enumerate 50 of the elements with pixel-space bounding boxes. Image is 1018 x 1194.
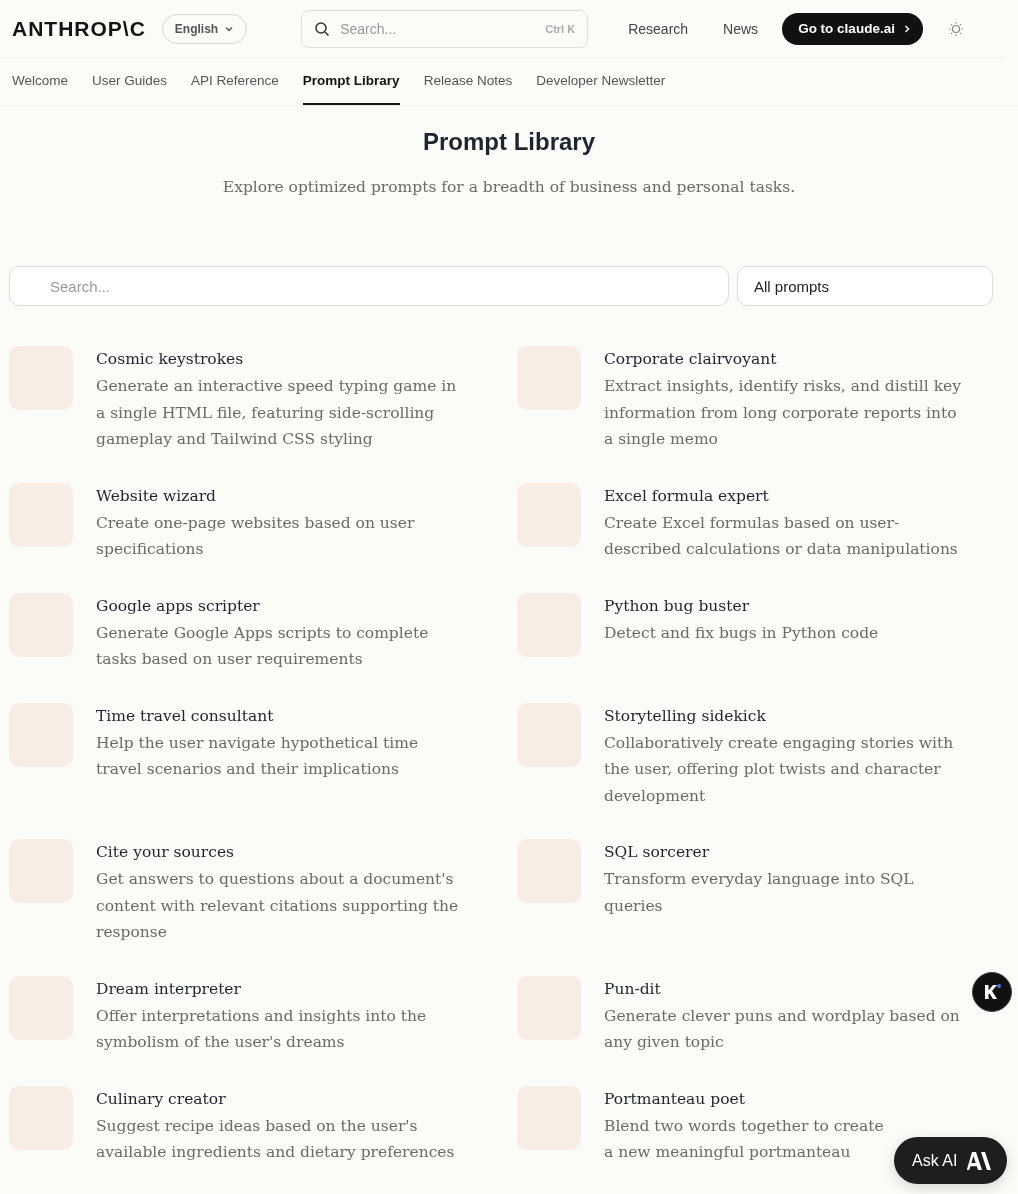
sun-icon[interactable] bbox=[946, 19, 965, 38]
chevron-right-icon bbox=[902, 23, 911, 34]
prompt-description: Suggest recipe ideas based on the user's available ingredients and dietary preferences bbox=[96, 1115, 456, 1163]
prompt-description: Transform everyday language into SQL queries bbox=[604, 869, 915, 917]
prompt-description: Generate Google Apps scripts to complete tasks based on user requirements bbox=[96, 622, 430, 670]
nav-tab[interactable]: User Guides bbox=[92, 58, 168, 105]
search-icon bbox=[314, 20, 331, 37]
prompt-title[interactable]: Corporate clairvoyant bbox=[604, 347, 970, 371]
prompt-title[interactable]: Cite your sources bbox=[96, 840, 462, 864]
category-select[interactable]: All prompts bbox=[737, 266, 993, 306]
prompt-title[interactable]: Culinary creator bbox=[96, 1086, 462, 1111]
nav-tab[interactable]: Release Notes bbox=[423, 58, 513, 105]
logo-icon bbox=[967, 1151, 992, 1170]
header-link[interactable]: News bbox=[723, 20, 759, 37]
page-title: Prompt Library bbox=[422, 128, 596, 156]
prompt-title[interactable]: Pun-dit bbox=[604, 976, 970, 1001]
prompt-description: Get answers to questions about a document's content with relevant citations supporting the response bbox=[96, 869, 460, 943]
prompt-description: Detect and fix bugs in Python code bbox=[604, 622, 879, 644]
prompt-description: Create one-page websites based on user specifications bbox=[96, 512, 416, 560]
prompt-description: Help the user navigate hypothetical time travel scenarios and their implications bbox=[96, 732, 420, 780]
search-field[interactable]: Search... bbox=[9, 266, 729, 306]
prompt-description: Extract insights, identify risks, and distill key information from long corporate reports into a single memo bbox=[604, 376, 962, 450]
prompt-description: Generate clever puns and wordplay based on any given topic bbox=[604, 1005, 961, 1053]
prompt-description: Create Excel formulas based on user-described calculations or data manipulations bbox=[604, 512, 959, 560]
cta-button[interactable]: Go to claude.ai bbox=[782, 12, 923, 45]
prompt-title[interactable]: SQL sorcerer bbox=[604, 840, 970, 864]
prompt-title[interactable]: Portmanteau poet bbox=[604, 1086, 889, 1111]
k-logo-icon bbox=[982, 982, 1002, 1002]
prompt-title[interactable]: Excel formula expert bbox=[604, 483, 970, 508]
prompt-description: Generate an interactive speed typing game in a single HTML file, featuring side-scrolling gameplay and Tailwind CSS styling bbox=[96, 376, 458, 450]
assistant-badge[interactable] bbox=[972, 972, 1012, 1012]
shortcut-hint: Ctrl K bbox=[545, 22, 576, 35]
nav-tab[interactable]: Welcome bbox=[12, 58, 69, 105]
prompt-description: Collaboratively create engaging stories with the user, offering plot twists and character development bbox=[604, 732, 955, 807]
prompt-title[interactable]: Storytelling sidekick bbox=[604, 703, 970, 728]
nav-tab[interactable]: API Reference bbox=[191, 58, 279, 105]
prompt-title[interactable]: Cosmic keystrokes bbox=[96, 347, 462, 371]
logo[interactable]: ANTHROP\C bbox=[12, 16, 146, 41]
prompt-title[interactable]: Dream interpreter bbox=[96, 976, 462, 1001]
prompt-title[interactable]: Website wizard bbox=[96, 483, 462, 508]
nav-tab[interactable]: Developer Newsletter bbox=[536, 58, 666, 105]
prompt-title[interactable]: Google apps scripter bbox=[96, 593, 462, 618]
ask-ai-button[interactable]: Ask AI bbox=[894, 1137, 1008, 1184]
header-link[interactable]: Research bbox=[628, 20, 689, 37]
prompt-title[interactable]: Python bug buster bbox=[604, 593, 879, 618]
nav-tab[interactable]: Prompt Library bbox=[302, 58, 400, 105]
prompt-description: Blend two words together to create a new meaningful portmanteau bbox=[604, 1115, 885, 1163]
prompt-title[interactable]: Time travel consultant bbox=[96, 703, 462, 728]
page-subtitle: Explore optimized prompts for a breadth of business and personal tasks. bbox=[221, 178, 797, 196]
prompt-description: Offer interpretations and insights into the symbolism of the user's dreams bbox=[96, 1005, 428, 1053]
